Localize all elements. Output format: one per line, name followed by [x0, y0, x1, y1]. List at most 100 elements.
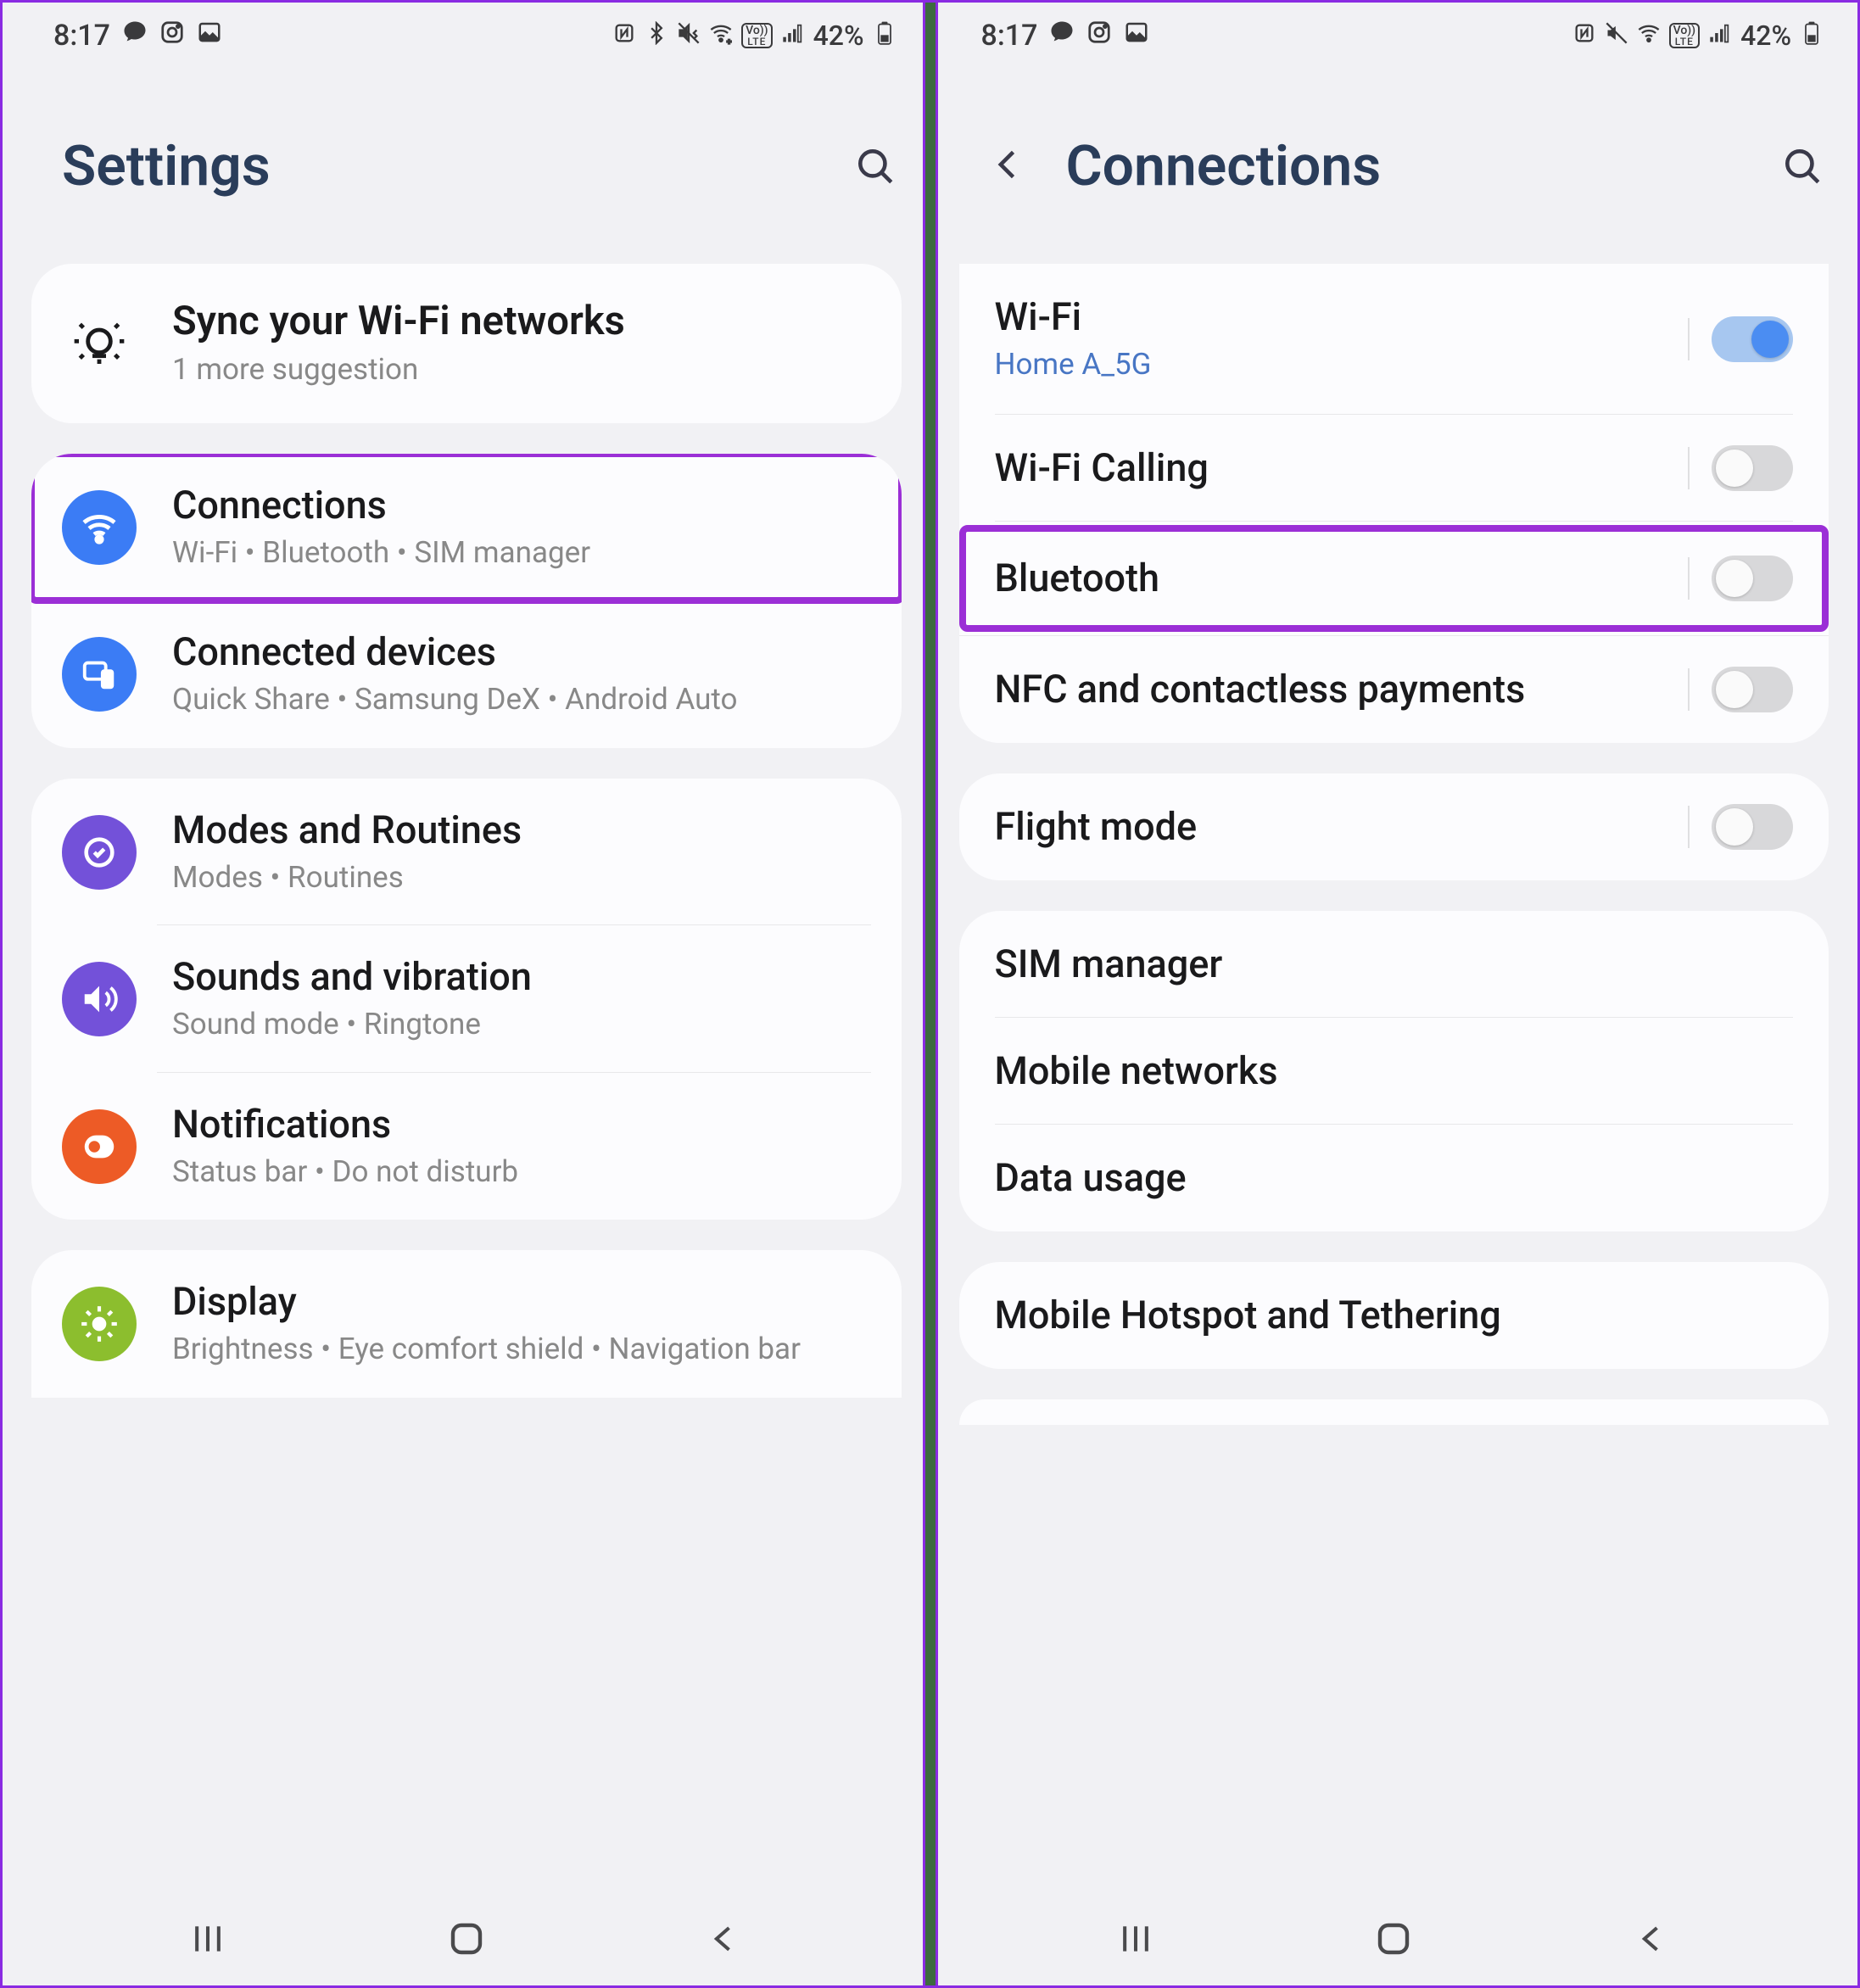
item-subtitle: Modes • Routines: [172, 858, 871, 897]
back-icon[interactable]: [990, 146, 1041, 187]
list-item-modes-routines[interactable]: Modes and Routines Modes • Routines: [31, 779, 902, 926]
item-title: Modes and Routines: [172, 807, 871, 853]
status-time: 8:17: [981, 19, 1038, 53]
home-button[interactable]: [1368, 1913, 1419, 1964]
settings-screen: 8:17: [3, 3, 930, 1985]
item-title: Notifications: [172, 1102, 871, 1148]
flight-title: Flight mode: [995, 804, 1712, 850]
hotspot-group: Mobile Hotspot and Tethering: [959, 1262, 1829, 1369]
status-bar: 8:17: [930, 3, 1858, 69]
nfc-toggle[interactable]: [1712, 667, 1793, 712]
bluetooth-icon: [645, 21, 668, 51]
list-item-sim-manager[interactable]: SIM manager: [959, 911, 1829, 1018]
partial-next-card: [959, 1399, 1829, 1425]
instagram-icon: [159, 19, 185, 53]
screenshot-divider: [923, 3, 938, 1985]
wifi-title: Wi-Fi: [995, 294, 1712, 340]
list-item-wifi-calling[interactable]: Wi-Fi Calling: [959, 415, 1829, 522]
battery-icon: [873, 21, 896, 51]
data-usage-title: Data usage: [995, 1155, 1794, 1201]
brightness-icon: [62, 1287, 137, 1361]
page-title: Settings: [62, 134, 854, 199]
hotspot-title: Mobile Hotspot and Tethering: [995, 1293, 1794, 1338]
battery-icon: [1800, 21, 1824, 51]
sync-title: Sync your Wi-Fi networks: [172, 298, 871, 345]
navigation-bar: [3, 1892, 930, 1985]
recents-button[interactable]: [182, 1913, 233, 1964]
list-item-nfc[interactable]: NFC and contactless payments: [959, 635, 1829, 743]
list-item-notifications[interactable]: Notifications Status bar • Do not distur…: [31, 1073, 902, 1220]
wifi-icon: +: [709, 21, 733, 51]
wifi-calling-toggle[interactable]: [1712, 445, 1793, 491]
connections-group: Connections Wi-Fi • Bluetooth • SIM mana…: [31, 454, 902, 748]
search-icon[interactable]: [854, 145, 896, 187]
status-time: 8:17: [53, 19, 110, 53]
item-subtitle: Wi-Fi • Bluetooth • SIM manager: [172, 533, 871, 572]
bluetooth-toggle[interactable]: [1712, 556, 1793, 601]
list-item-flight-mode[interactable]: Flight mode: [959, 773, 1829, 880]
list-item-data-usage[interactable]: Data usage: [959, 1125, 1829, 1231]
settings-header: Settings: [3, 69, 930, 264]
list-item-mobile-networks[interactable]: Mobile networks: [959, 1018, 1829, 1125]
sim-title: SIM manager: [995, 941, 1794, 987]
item-title: Display: [172, 1279, 871, 1325]
highlight-bluetooth: Bluetooth: [959, 525, 1829, 632]
search-icon[interactable]: [1781, 145, 1824, 187]
list-item-hotspot[interactable]: Mobile Hotspot and Tethering: [959, 1262, 1829, 1369]
flight-group: Flight mode: [959, 773, 1829, 880]
recents-button[interactable]: [1110, 1913, 1161, 1964]
back-button[interactable]: [699, 1913, 750, 1964]
page-title: Connections: [1066, 134, 1782, 199]
mute-icon: [677, 21, 701, 51]
svg-text:+: +: [727, 36, 731, 44]
modes-group: Modes and Routines Modes • Routines Soun…: [31, 779, 902, 1220]
status-bar: 8:17: [3, 3, 930, 69]
battery-percent: 42%: [1740, 20, 1791, 52]
navigation-bar: [930, 1892, 1858, 1985]
signal-icon: [781, 21, 805, 51]
mobile-networks-title: Mobile networks: [995, 1048, 1794, 1094]
list-item-sounds-vibration[interactable]: Sounds and vibration Sound mode • Ringto…: [31, 925, 902, 1073]
messages-icon: [1049, 19, 1075, 53]
list-item-wifi[interactable]: Wi-Fi Home A_5G: [959, 264, 1829, 415]
messages-icon: [122, 19, 148, 53]
item-title: Sounds and vibration: [172, 954, 871, 1000]
bluetooth-title: Bluetooth: [995, 556, 1712, 601]
battery-percent: 42%: [813, 20, 864, 52]
item-subtitle: Quick Share • Samsung DeX • Android Auto: [172, 680, 871, 719]
wifi-toggle[interactable]: [1712, 316, 1793, 362]
routines-icon: [62, 815, 137, 890]
sim-group: SIM manager Mobile networks Data usage: [959, 911, 1829, 1231]
picture-icon: [197, 19, 222, 53]
flight-toggle[interactable]: [1712, 804, 1793, 850]
list-item-display[interactable]: Display Brightness • Eye comfort shield …: [31, 1250, 902, 1398]
item-subtitle: Sound mode • Ringtone: [172, 1005, 871, 1044]
picture-icon: [1124, 19, 1149, 53]
nfc-icon: [612, 21, 636, 51]
list-item-connections[interactable]: Connections Wi-Fi • Bluetooth • SIM mana…: [35, 457, 898, 598]
mute-icon: [1605, 21, 1628, 51]
volte-icon: Vo))LTE: [1669, 23, 1700, 48]
idea-icon: [62, 316, 137, 371]
connections-header: Connections: [930, 69, 1858, 264]
nfc-icon: [1572, 21, 1596, 51]
wifi-calling-title: Wi-Fi Calling: [995, 445, 1712, 491]
wifi-icon: [1637, 21, 1661, 51]
back-button[interactable]: [1627, 1913, 1678, 1964]
connections-screen: 8:17: [930, 3, 1858, 1985]
sync-subtitle: 1 more suggestion: [172, 350, 871, 389]
list-item-connected-devices[interactable]: Connected devices Quick Share • Samsung …: [31, 600, 902, 748]
nfc-title: NFC and contactless payments: [995, 667, 1712, 712]
instagram-icon: [1086, 19, 1112, 53]
item-subtitle: Brightness • Eye comfort shield • Naviga…: [172, 1330, 871, 1369]
sound-icon: [62, 962, 137, 1036]
sync-wifi-card[interactable]: Sync your Wi-Fi networks 1 more suggesti…: [31, 264, 902, 423]
wifi-icon: [62, 490, 137, 565]
item-title: Connections: [172, 483, 871, 528]
notification-icon: [62, 1109, 137, 1184]
display-group: Display Brightness • Eye comfort shield …: [31, 1250, 902, 1398]
wireless-group: Wi-Fi Home A_5G Wi-Fi Calling: [959, 264, 1829, 743]
list-item-bluetooth[interactable]: Bluetooth: [966, 532, 1823, 625]
signal-icon: [1708, 21, 1732, 51]
home-button[interactable]: [441, 1913, 492, 1964]
